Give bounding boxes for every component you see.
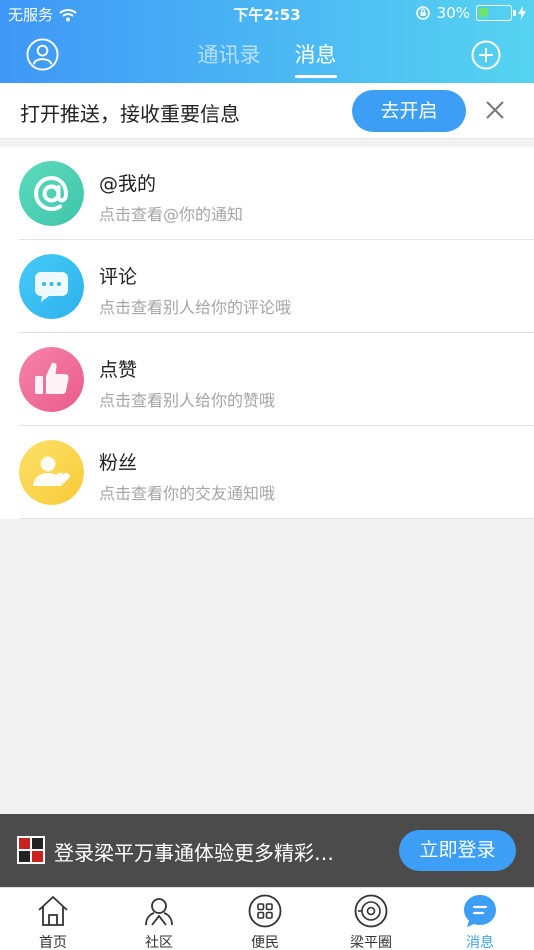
enable-push-button[interactable]: 去开启 xyxy=(352,90,466,132)
tabbar-item-home[interactable]: 首页 xyxy=(0,888,106,950)
services-icon xyxy=(248,894,282,928)
message-title: 粉丝 xyxy=(99,452,138,474)
message-subtitle: 点击查看你的交友通知哦 xyxy=(99,484,276,503)
message-subtitle: 点击查看别人给你的赞哦 xyxy=(99,391,276,410)
add-icon[interactable] xyxy=(471,40,501,70)
comment-icon xyxy=(19,254,84,319)
thumbs-up-icon xyxy=(19,347,84,412)
tab-contacts[interactable]: 通讯录 xyxy=(196,39,263,69)
message-item-fans[interactable]: 粉丝 点击查看你的交友通知哦 xyxy=(0,426,534,519)
login-prompt-bar: 登录梁平万事通体验更多精彩… 立即登录 xyxy=(0,814,534,887)
tabbar-item-services[interactable]: 便民 xyxy=(212,888,318,950)
battery-percent: 30% xyxy=(436,4,470,22)
close-icon[interactable] xyxy=(484,99,506,121)
tabbar-item-circle[interactable]: 梁平圈 xyxy=(318,888,424,950)
circle-icon xyxy=(354,894,388,928)
community-icon xyxy=(145,898,173,926)
nav-bar: 通讯录 消息 xyxy=(0,30,534,80)
message-subtitle: 点击查看@你的通知 xyxy=(99,205,244,224)
message-title: @我的 xyxy=(99,173,157,195)
charging-icon xyxy=(518,6,526,20)
login-prompt-text: 登录梁平万事通体验更多精彩… xyxy=(54,841,334,865)
message-item-mentions[interactable]: @我的 点击查看@你的通知 xyxy=(0,147,534,240)
status-bar: 无服务 下午2:53 30% xyxy=(0,0,534,28)
home-icon xyxy=(38,896,68,926)
message-title: 点赞 xyxy=(99,359,138,381)
tabbar-label: 梁平圈 xyxy=(350,935,392,950)
top-tabs: 通讯录 消息 xyxy=(0,39,534,78)
tabbar-label: 社区 xyxy=(145,935,173,950)
message-subtitle: 点击查看别人给你的评论哦 xyxy=(99,298,292,317)
app-logo-icon xyxy=(17,836,45,864)
bottom-tab-bar: 首页 社区 便民 梁平圈 消息 xyxy=(0,887,534,950)
push-notification-banner: 打开推送，接收重要信息 去开启 xyxy=(0,83,534,139)
fans-icon xyxy=(19,440,84,505)
tabbar-label: 消息 xyxy=(466,935,494,950)
tabbar-label: 便民 xyxy=(251,935,279,950)
message-list: @我的 点击查看@你的通知 评论 点击查看别人给你的评论哦 点赞 点击查看别人给… xyxy=(0,147,534,519)
login-button[interactable]: 立即登录 xyxy=(399,830,516,871)
tab-messages[interactable]: 消息 xyxy=(293,39,339,78)
message-item-likes[interactable]: 点赞 点击查看别人给你的赞哦 xyxy=(0,333,534,426)
at-icon xyxy=(19,161,84,226)
battery-icon xyxy=(476,5,516,21)
tabbar-item-messages[interactable]: 消息 xyxy=(427,888,533,950)
message-icon xyxy=(464,895,496,927)
rotation-lock-icon xyxy=(415,6,430,20)
message-item-comments[interactable]: 评论 点击查看别人给你的评论哦 xyxy=(0,240,534,333)
tabbar-item-community[interactable]: 社区 xyxy=(106,888,212,950)
app-header: 无服务 下午2:53 30% 通讯录 消息 xyxy=(0,0,534,83)
tabbar-label: 首页 xyxy=(39,935,67,950)
divider xyxy=(19,518,534,519)
message-title: 评论 xyxy=(99,266,138,288)
push-banner-text: 打开推送，接收重要信息 xyxy=(20,102,240,126)
